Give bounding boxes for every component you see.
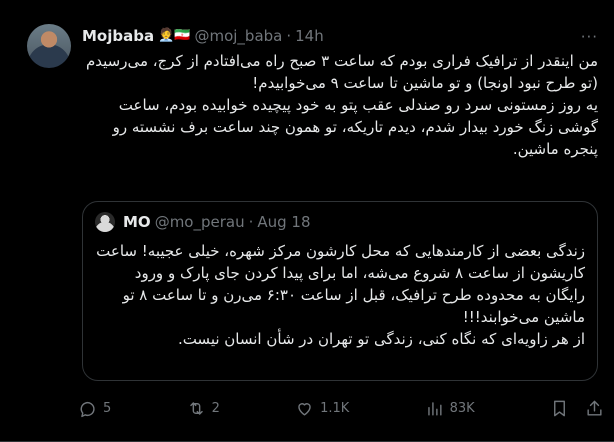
like-button[interactable]: 1.1K — [295, 399, 349, 418]
quoted-header-separator: · — [248, 213, 254, 231]
views-button[interactable]: 83K — [425, 399, 475, 418]
tweet-text: من اینقدر از ترافیک فراری بودم که ساعت ۳… — [82, 50, 598, 160]
reply-button[interactable]: 5 — [78, 399, 111, 418]
tweet-header: Mojbaba 🧑‍💼🇮🇷 @moj_baba · 14h — [82, 26, 324, 46]
tweet-time[interactable]: 14h — [295, 27, 324, 45]
author-display-name[interactable]: Mojbaba — [82, 27, 154, 45]
quoted-author-avatar — [95, 212, 115, 232]
secondary-actions — [550, 399, 604, 418]
quoted-author-handle: @mo_perau — [154, 213, 245, 231]
views-icon — [427, 401, 442, 416]
share-icon — [587, 400, 602, 416]
repost-button[interactable]: 2 — [187, 399, 220, 418]
repost-icon — [189, 401, 203, 415]
like-count: 1.1K — [320, 400, 350, 416]
bookmark-icon — [554, 400, 565, 416]
share-button[interactable] — [585, 399, 604, 418]
action-bar: 5 2 1.1K 83K — [78, 398, 604, 418]
quoted-tweet-date: Aug 18 — [257, 213, 311, 231]
tweet-paragraph-1: من اینقدر از ترافیک فراری بودم که ساعت ۳… — [85, 52, 598, 92]
author-handle[interactable]: @moj_baba — [194, 27, 282, 45]
quoted-tweet-text: زندگی بعضی از کارمندهایی که محل کارشون م… — [95, 240, 585, 350]
more-options-icon[interactable]: ··· — [581, 28, 598, 46]
repost-count: 2 — [211, 400, 220, 416]
bookmark-button[interactable] — [550, 399, 569, 418]
quoted-tweet-header: MO @mo_perau · Aug 18 — [95, 212, 311, 232]
quoted-author-display-name: MO — [123, 213, 151, 231]
quoted-paragraph-1: زندگی بعضی از کارمندهایی که محل کارشون م… — [96, 242, 585, 326]
views-count: 83K — [449, 400, 475, 416]
heart-icon — [298, 402, 311, 416]
reply-icon — [80, 401, 95, 417]
quoted-tweet[interactable]: MO @mo_perau · Aug 18 زندگی بعضی از کارم… — [82, 201, 598, 381]
reply-count: 5 — [103, 400, 112, 416]
tweet-paragraph-2: یه روز زمستونی سرد رو صندلی عقب پتو به خ… — [112, 96, 598, 158]
author-badges: 🧑‍💼🇮🇷 — [158, 28, 191, 43]
author-avatar[interactable] — [27, 24, 71, 68]
tweet[interactable]: Mojbaba 🧑‍💼🇮🇷 @moj_baba · 14h ··· من این… — [0, 0, 614, 442]
quoted-paragraph-2: از هر زاویه‌ای که نگاه کنی، زندگی تو تهر… — [177, 330, 585, 348]
header-separator: · — [286, 27, 292, 45]
